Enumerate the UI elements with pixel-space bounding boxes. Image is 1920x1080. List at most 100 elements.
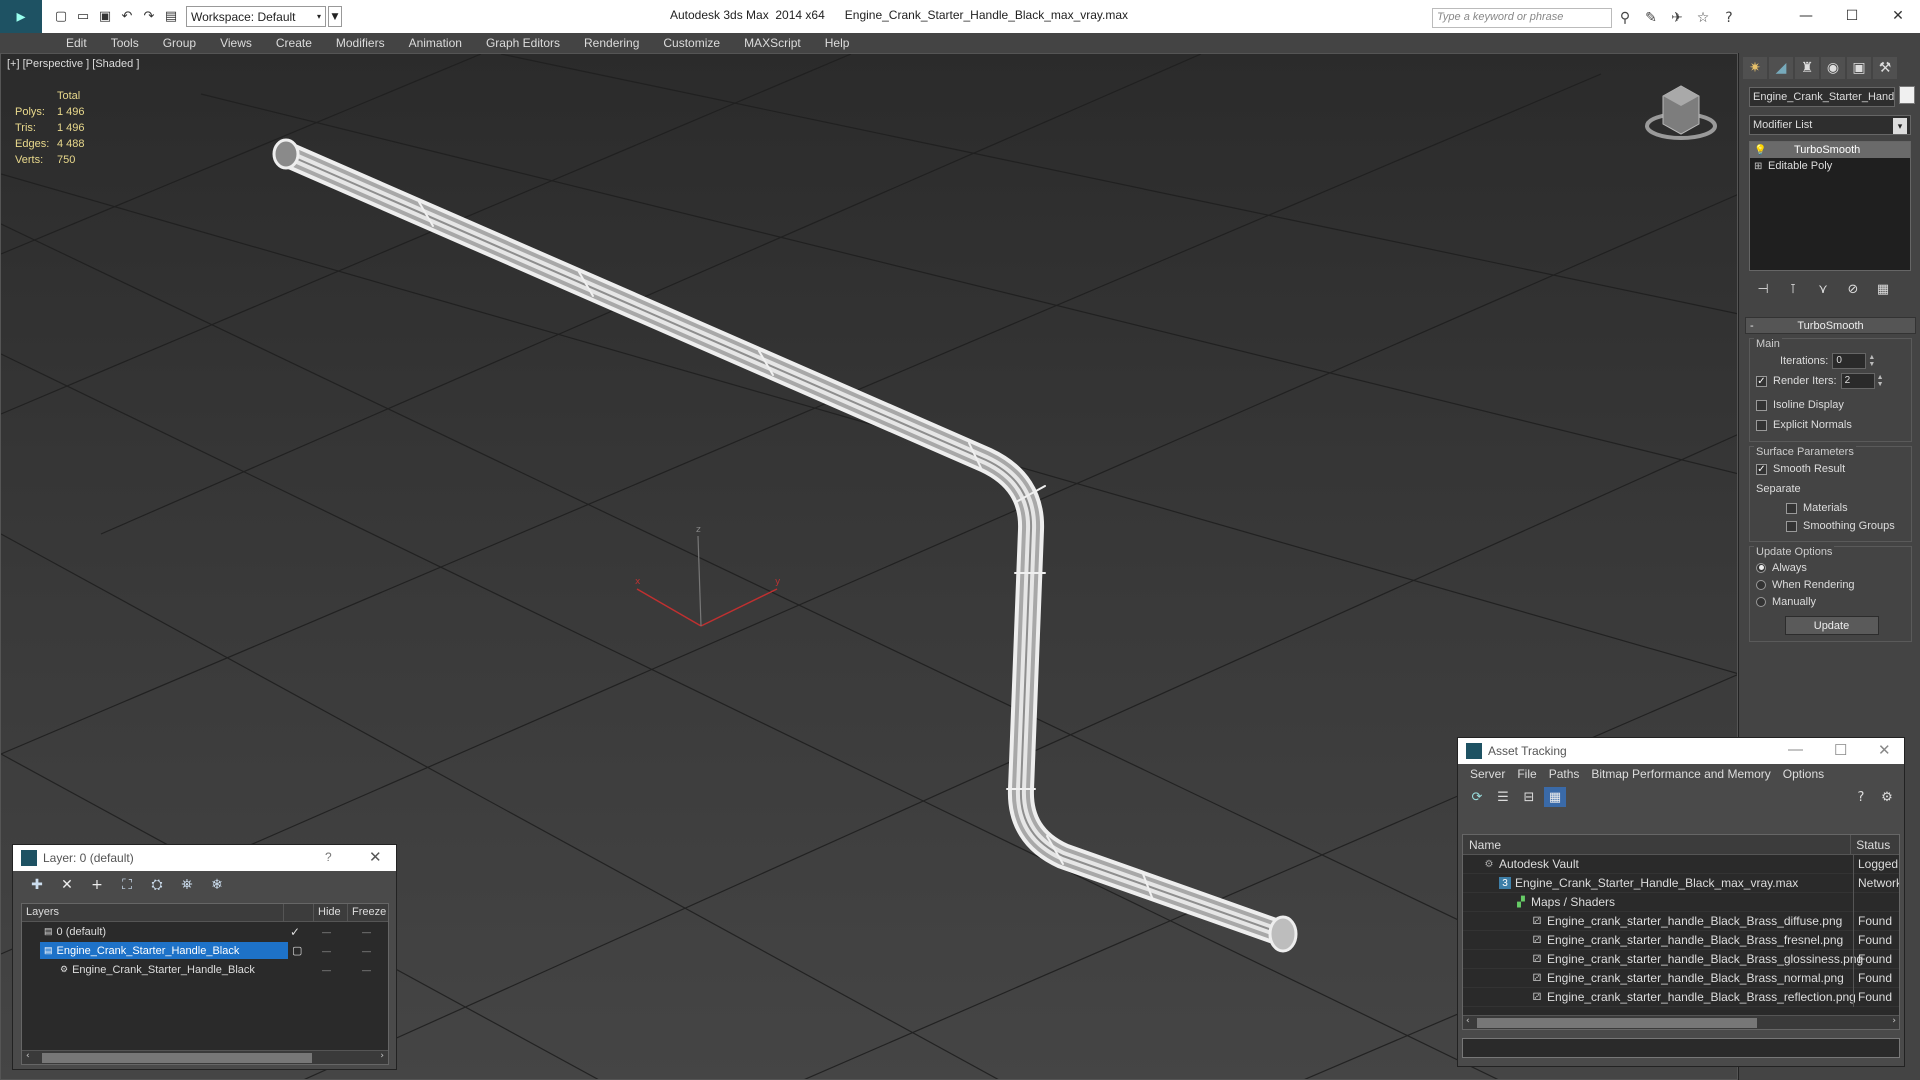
layer-row-object[interactable]: ⚙ Engine_Crank_Starter_Handle_Black — —	[22, 960, 388, 979]
asset-window-titlebar[interactable]: Asset Tracking — ☐ ✕	[1458, 738, 1904, 764]
smooth-result-checkbox[interactable]: ✓	[1756, 463, 1767, 475]
configure-sets-icon[interactable]: ▦	[1873, 279, 1893, 299]
undo-icon[interactable]: ↶	[116, 6, 138, 28]
render-iters-checkbox[interactable]: ✓	[1756, 375, 1767, 387]
menu-group[interactable]: Group	[151, 36, 208, 50]
make-unique-icon[interactable]: ⋎	[1813, 279, 1833, 299]
refresh-icon[interactable]: ⟳	[1466, 787, 1488, 807]
iterations-spinner[interactable]: 0	[1832, 353, 1867, 369]
minimize-icon[interactable]: —	[1788, 741, 1803, 758]
when-rendering-radio[interactable]	[1756, 579, 1766, 590]
set-current-icon[interactable]: ▢	[292, 944, 302, 957]
motion-tab-icon[interactable]: ◉	[1821, 57, 1845, 79]
column-name[interactable]: Name	[1463, 835, 1852, 854]
menu-rendering[interactable]: Rendering	[572, 36, 651, 50]
open-file-icon[interactable]: ▭	[72, 6, 94, 28]
asset-list-scrollbar[interactable]: ‹ ›	[1463, 1015, 1899, 1029]
workspace-menu-icon[interactable]: ▼	[328, 6, 342, 27]
new-file-icon[interactable]: ▢	[50, 6, 72, 28]
subscription-icon[interactable]: ✎	[1641, 8, 1661, 28]
close-icon[interactable]: ✕	[1878, 741, 1891, 759]
show-end-result-icon[interactable]: ⊺	[1783, 279, 1803, 299]
modify-tab-icon[interactable]: ◢	[1769, 57, 1793, 79]
asset-path-field[interactable]	[1462, 1038, 1900, 1058]
expand-plus-icon[interactable]: ⊞	[1754, 161, 1768, 172]
scrollbar-thumb[interactable]	[42, 1053, 312, 1063]
create-tab-icon[interactable]: ✷	[1743, 57, 1767, 79]
utilities-tab-icon[interactable]: ⚒	[1873, 57, 1897, 79]
app-logo-icon[interactable]: ▸	[0, 0, 42, 33]
list-view-icon[interactable]: ☰	[1492, 787, 1514, 807]
modifier-stack[interactable]: 💡 TurboSmooth ⊞ Editable Poly	[1749, 141, 1911, 271]
layer-list-scrollbar[interactable]: ‹ ›	[22, 1050, 388, 1064]
layer-list[interactable]: Layers Hide Freeze ▤ 0 (default) ✓ — — ▤ E…	[21, 903, 389, 1065]
menu-edit[interactable]: Edit	[54, 36, 99, 50]
menu-modifiers[interactable]: Modifiers	[324, 36, 397, 50]
object-name-field[interactable]: Engine_Crank_Starter_Handle_Black	[1749, 87, 1895, 107]
menu-customize[interactable]: Customize	[651, 36, 732, 50]
workspace-dropdown[interactable]: Workspace: Default ▾	[186, 6, 326, 27]
favorites-star-icon[interactable]: ☆	[1693, 8, 1713, 28]
menu-help[interactable]: Help	[813, 36, 862, 50]
save-file-icon[interactable]: ▣	[94, 6, 116, 28]
menu-maxscript[interactable]: MAXScript	[732, 36, 813, 50]
maximize-button[interactable]: ☐	[1832, 4, 1872, 28]
close-icon[interactable]: ✕	[369, 848, 382, 866]
asset-row-max-file[interactable]: 3 Engine_Crank_Starter_Handle_Black_max_v…	[1463, 873, 1899, 893]
scroll-right-icon[interactable]: ›	[1892, 1016, 1896, 1026]
asset-row-texture[interactable]: ⚂ Engine_crank_starter_handle_Black_Brass…	[1463, 987, 1899, 1007]
freeze-all-layers-icon[interactable]: ❄	[205, 874, 229, 896]
menu-paths[interactable]: Paths	[1543, 767, 1586, 781]
minimize-button[interactable]: —	[1786, 4, 1826, 28]
add-to-layer-icon[interactable]: +	[85, 874, 109, 896]
settings-icon[interactable]: ⚙	[1876, 787, 1898, 807]
column-hide[interactable]: Hide	[314, 904, 348, 921]
freeze-toggle[interactable]: —	[362, 927, 371, 937]
crank-handle-model[interactable]	[272, 138, 1298, 953]
scroll-left-icon[interactable]: ‹	[1466, 1016, 1470, 1026]
asset-list[interactable]: Name Status ⚙Autodesk Vault Logged O 3En…	[1462, 834, 1900, 1030]
pin-stack-icon[interactable]: ⊣	[1753, 279, 1773, 299]
viewcube-icon[interactable]	[1645, 85, 1717, 140]
binoculars-icon[interactable]: ⚲	[1615, 8, 1635, 28]
menu-server[interactable]: Server	[1464, 767, 1511, 781]
menu-options[interactable]: Options	[1777, 767, 1830, 781]
communication-icon[interactable]: ✈	[1667, 8, 1687, 28]
column-layers[interactable]: Layers	[22, 904, 284, 921]
hide-toggle[interactable]: —	[322, 946, 331, 956]
search-input[interactable]: Type a keyword or phrase	[1432, 8, 1612, 28]
menu-file[interactable]: File	[1511, 767, 1542, 781]
asset-row-texture[interactable]: ⚂ Engine_crank_starter_handle_Black_Brass…	[1463, 949, 1899, 969]
menu-create[interactable]: Create	[264, 36, 324, 50]
freeze-toggle[interactable]: —	[362, 946, 371, 956]
asset-row-maps-shaders[interactable]: ▞ Maps / Shaders	[1463, 892, 1899, 912]
current-layer-check-icon[interactable]: ✓	[290, 925, 300, 939]
viewport-label[interactable]: [+] [Perspective ] [Shaded ]	[7, 58, 139, 70]
display-tab-icon[interactable]: ▣	[1847, 57, 1871, 79]
always-radio[interactable]	[1756, 562, 1766, 573]
asset-row-vault[interactable]: ⚙Autodesk Vault Logged O	[1463, 854, 1899, 874]
project-folder-icon[interactable]: ▤	[160, 6, 182, 28]
menu-animation[interactable]: Animation	[397, 36, 474, 50]
stack-item-editable-poly[interactable]: ⊞ Editable Poly	[1750, 158, 1910, 174]
freeze-toggle[interactable]: —	[362, 965, 371, 975]
select-objects-icon[interactable]: ⛶	[115, 874, 139, 896]
explicit-normals-checkbox[interactable]	[1756, 419, 1767, 431]
spinner-arrows-icon[interactable]: ▲ ▼	[1877, 374, 1885, 388]
asset-row-texture[interactable]: ⚂ Engine_crank_starter_handle_Black_Brass…	[1463, 968, 1899, 988]
layer-row-default[interactable]: ▤ 0 (default) ✓ — —	[22, 922, 388, 941]
hide-toggle[interactable]: —	[322, 927, 331, 937]
menu-bitmap-performance[interactable]: Bitmap Performance and Memory	[1585, 767, 1776, 781]
maximize-icon[interactable]: ☐	[1834, 741, 1847, 759]
help-icon[interactable]: ?	[1719, 8, 1739, 28]
delete-layer-icon[interactable]: ✕	[55, 874, 79, 896]
scroll-right-icon[interactable]: ›	[380, 1051, 384, 1061]
materials-checkbox[interactable]	[1786, 502, 1797, 514]
smoothing-groups-checkbox[interactable]	[1786, 520, 1797, 532]
grid-view-icon[interactable]: ▦	[1544, 787, 1566, 807]
column-freeze[interactable]: Freeze	[348, 904, 388, 921]
manually-radio[interactable]	[1756, 596, 1766, 607]
create-layer-icon[interactable]: ✚	[25, 874, 49, 896]
menu-views[interactable]: Views	[208, 36, 264, 50]
spinner-arrows-icon[interactable]: ▲ ▼	[1868, 354, 1876, 368]
